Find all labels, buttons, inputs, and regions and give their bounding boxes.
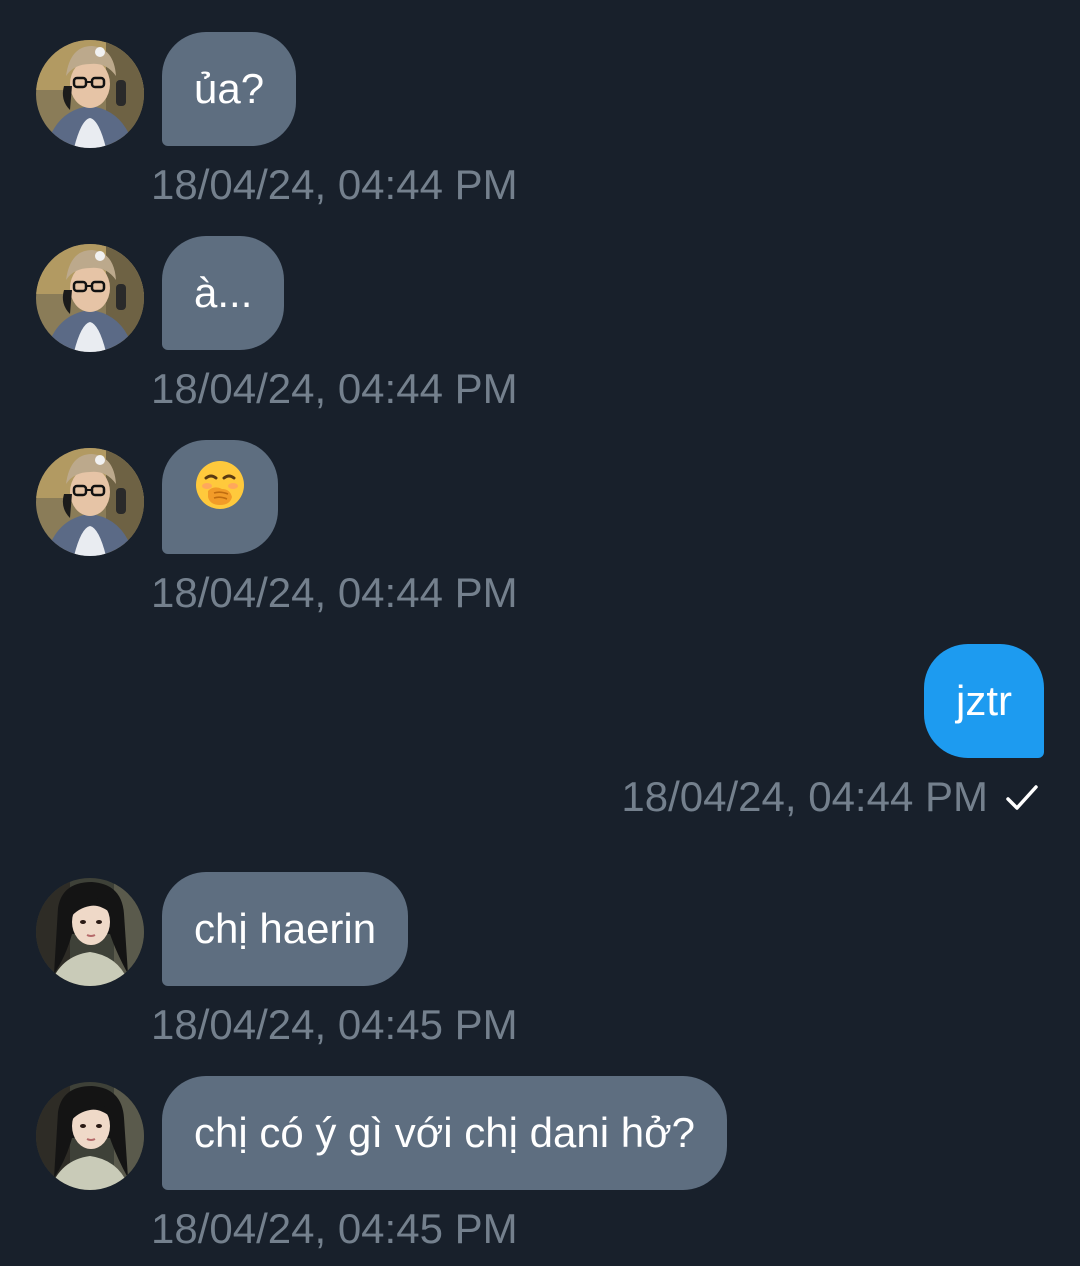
avatar[interactable] <box>36 878 144 986</box>
message-text: à... <box>194 269 253 316</box>
sent-check-icon <box>1002 778 1042 818</box>
message-bubble[interactable]: ủa? <box>162 32 297 146</box>
chat-thread: ủa? 18/04/24, 04:44 PM à... 18/04/24, 04… <box>0 0 1080 1266</box>
message-text: jztr <box>956 677 1012 724</box>
avatar[interactable] <box>36 40 144 148</box>
message-timestamp: 18/04/24, 04:45 PM <box>151 1001 518 1048</box>
message-timestamp: 18/04/24, 04:45 PM <box>151 1205 518 1252</box>
message-text: ủa? <box>194 65 265 112</box>
message-timestamp: 18/04/24, 04:44 PM <box>151 569 518 616</box>
message-text: chị haerin <box>194 905 377 952</box>
message-timestamp: 18/04/24, 04:44 PM <box>151 161 518 208</box>
avatar[interactable] <box>36 448 144 556</box>
message-timestamp: 18/04/24, 04:44 PM <box>621 773 988 820</box>
message-timestamp: 18/04/24, 04:44 PM <box>151 365 518 412</box>
message-bubble[interactable]: chị haerin <box>162 872 409 986</box>
message-bubble[interactable] <box>162 440 278 554</box>
message-text: chị có ý gì với chị dani hở? <box>194 1109 695 1156</box>
message-bubble[interactable]: jztr <box>924 644 1044 758</box>
face-with-hand-over-mouth-icon <box>194 440 246 554</box>
avatar[interactable] <box>36 244 144 352</box>
message-bubble[interactable]: chị có ý gì với chị dani hở? <box>162 1076 727 1190</box>
message-bubble[interactable]: à... <box>162 236 285 350</box>
avatar[interactable] <box>36 1082 144 1190</box>
